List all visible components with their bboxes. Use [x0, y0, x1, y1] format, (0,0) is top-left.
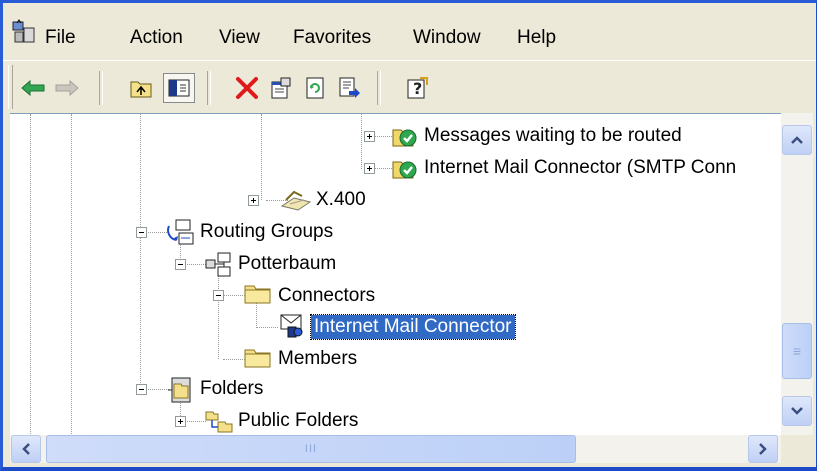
chevron-right-icon	[759, 443, 767, 455]
tree-line	[184, 264, 206, 265]
help-icon: ?	[407, 77, 428, 99]
menu-file[interactable]: File	[45, 27, 76, 49]
collapse-toggle[interactable]	[136, 227, 147, 238]
properties-button[interactable]	[265, 73, 297, 103]
tree-line	[261, 114, 262, 200]
queue-icon	[392, 129, 417, 147]
back-icon	[21, 79, 45, 97]
tree-line	[256, 327, 278, 328]
scroll-down-button[interactable]	[782, 396, 812, 426]
forward-icon	[55, 79, 79, 97]
collapse-toggle[interactable]	[136, 384, 147, 395]
vertical-scroll-thumb[interactable]: ≡	[782, 323, 812, 379]
export-list-icon	[339, 77, 360, 98]
scroll-right-button[interactable]	[748, 435, 778, 463]
mmc-app-icon[interactable]	[11, 19, 37, 45]
up-one-level-button[interactable]	[125, 73, 157, 103]
tree-line	[30, 114, 31, 436]
expand-toggle[interactable]	[364, 163, 375, 174]
export-list-button[interactable]	[333, 73, 365, 103]
tree-node-messages-waiting[interactable]: Messages waiting to be routed	[424, 124, 682, 148]
mmc-window: File Action View Favorites Window Help ?…	[0, 0, 817, 471]
tree-node-x400[interactable]: X.400	[316, 188, 366, 212]
tree-line	[223, 295, 245, 296]
refresh-button[interactable]	[299, 73, 331, 103]
expand-toggle[interactable]	[175, 416, 186, 427]
horizontal-scroll-thumb[interactable]: III	[46, 435, 576, 463]
smtp-connector-icon	[280, 314, 303, 338]
menu-help[interactable]: Help	[517, 27, 556, 49]
tree-line	[218, 269, 219, 359]
tree-node-internet-mail-connector[interactable]: Internet Mail Connector	[310, 314, 516, 340]
toolbar-separator	[377, 71, 381, 105]
up-one-level-icon	[130, 81, 152, 98]
tree-line	[71, 114, 72, 436]
console-tree[interactable]: Messages waiting to be routed Internet M…	[10, 113, 781, 436]
tree-node-public-folders[interactable]: Public Folders	[238, 409, 358, 433]
tree-node-members[interactable]: Members	[278, 347, 357, 371]
menu-view[interactable]: View	[219, 27, 260, 49]
x400-icon	[280, 190, 312, 211]
help-button[interactable]: ?	[401, 73, 433, 103]
tree-node-smtp-connector-queue[interactable]: Internet Mail Connector (SMTP Conn	[424, 156, 736, 180]
tree-line	[140, 114, 141, 389]
queue-icon	[392, 161, 417, 179]
show-hide-console-tree-icon	[168, 79, 190, 97]
menu-bar: File Action View Favorites Window Help	[3, 3, 816, 60]
tree-node-connectors[interactable]: Connectors	[278, 284, 375, 308]
folder-icon	[244, 349, 271, 368]
delete-icon	[236, 77, 258, 99]
chevron-up-icon	[791, 136, 803, 144]
forward-button[interactable]	[51, 73, 83, 103]
toolbar-separator	[99, 71, 103, 105]
routing-group-icon	[205, 252, 231, 277]
chevron-left-icon	[22, 443, 30, 455]
delete-button[interactable]	[231, 73, 263, 103]
folder-icon	[244, 285, 271, 304]
scroll-thumb-grip: III	[304, 443, 318, 455]
menu-action[interactable]: Action	[130, 27, 183, 49]
vertical-scrollbar[interactable]: ≡	[781, 113, 813, 435]
collapse-toggle[interactable]	[213, 290, 224, 301]
svg-text:?: ?	[413, 79, 422, 98]
back-button[interactable]	[17, 73, 49, 103]
chevron-down-icon	[791, 407, 803, 415]
refresh-icon	[306, 77, 324, 99]
tree-node-potterbaum[interactable]: Potterbaum	[238, 252, 336, 276]
menu-window[interactable]: Window	[413, 27, 481, 49]
scroll-up-button[interactable]	[782, 125, 812, 155]
tree-node-routing-groups[interactable]: Routing Groups	[200, 220, 333, 244]
expand-toggle[interactable]	[248, 195, 259, 206]
expand-toggle[interactable]	[364, 131, 375, 142]
toolbar-grip[interactable]	[8, 65, 13, 109]
collapse-toggle[interactable]	[175, 259, 186, 270]
horizontal-scrollbar[interactable]: III	[10, 435, 781, 463]
scrollbar-corner	[781, 435, 813, 463]
routing-groups-icon	[167, 219, 194, 245]
tree-node-folders[interactable]: Folders	[200, 377, 263, 401]
show-hide-console-tree-button[interactable]	[163, 73, 195, 103]
properties-icon	[271, 77, 291, 99]
scroll-thumb-grip: ≡	[792, 343, 802, 359]
toolbar-separator	[207, 71, 211, 105]
tree-line	[184, 421, 206, 422]
public-folders-icon	[205, 411, 233, 433]
folders-icon	[168, 377, 191, 403]
scroll-left-button[interactable]	[11, 435, 41, 463]
menu-favorites[interactable]: Favorites	[293, 27, 371, 49]
tree-line	[361, 114, 362, 169]
